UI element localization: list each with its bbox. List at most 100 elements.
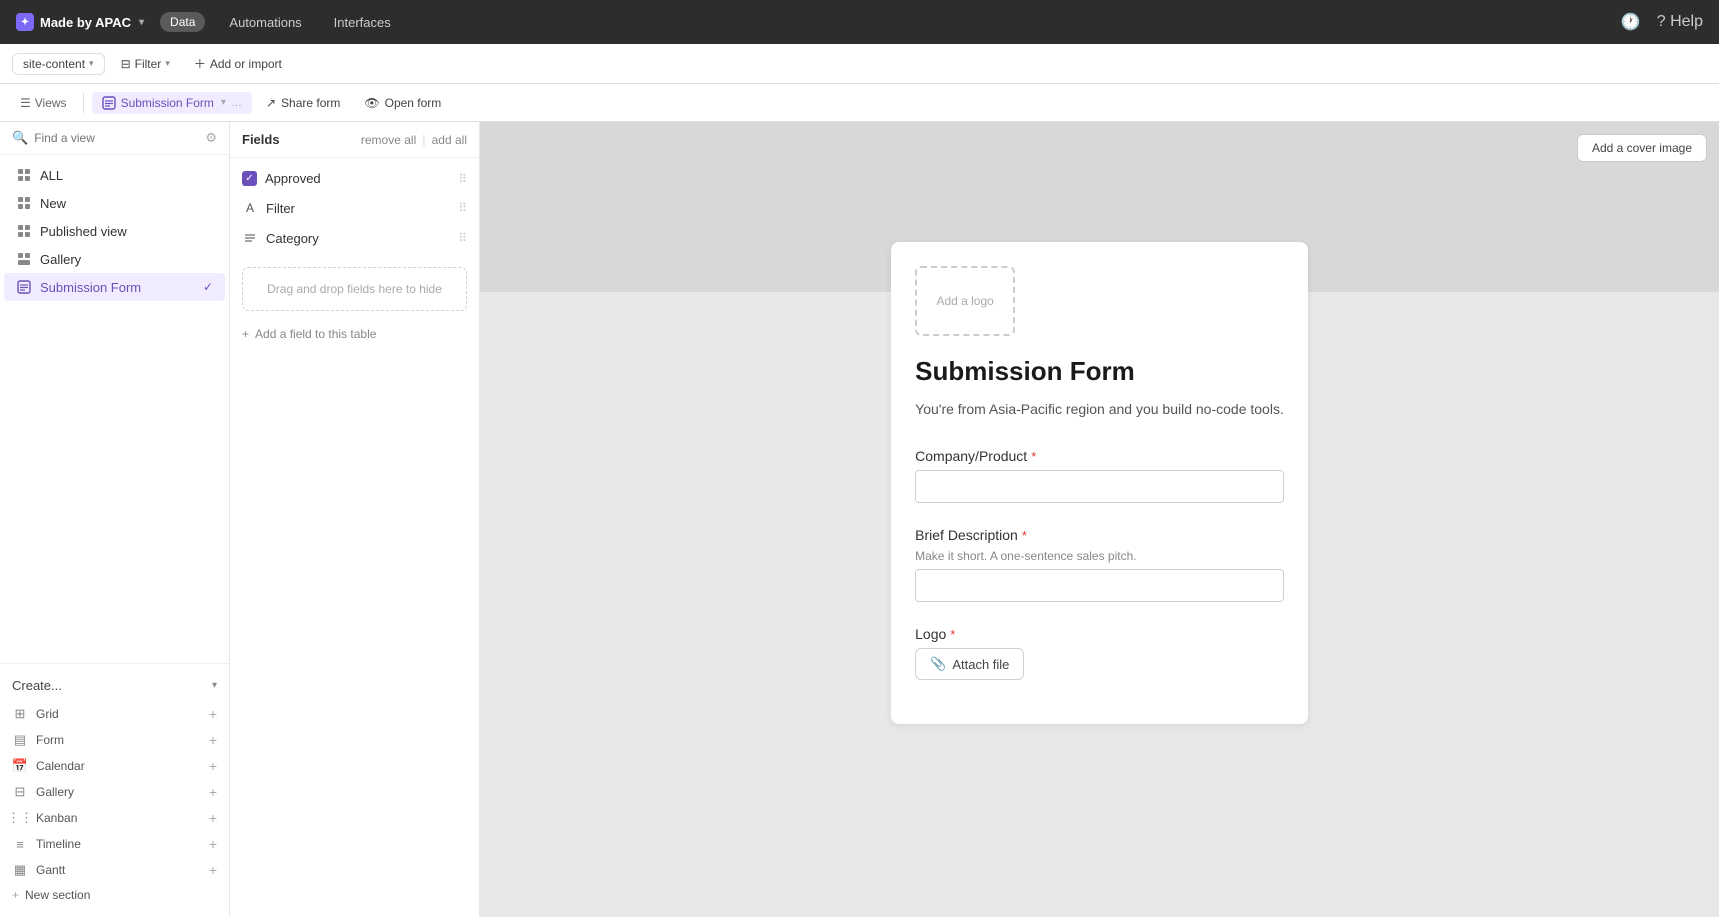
drop-zone: Drag and drop fields here to hide (242, 267, 467, 311)
nav-automations-tab[interactable]: Automations (221, 11, 309, 34)
kanban-create-icon: ⋮⋮ (12, 810, 28, 826)
add-field-plus-icon: + (242, 327, 249, 341)
create-items-list: ⊞ Grid + ▤ Form + 📅 Calendar + ⊟ Gallery (0, 699, 229, 909)
site-content-chevron-icon: ▾ (89, 58, 94, 69)
top-nav-right: 🕐 ? Help (1621, 12, 1703, 32)
help-button[interactable]: ? Help (1657, 13, 1703, 31)
add-gallery-icon: + (209, 784, 217, 800)
brief-description-input[interactable] (915, 569, 1284, 602)
approved-drag-icon: ⠿ (458, 172, 467, 186)
company-product-input[interactable] (915, 470, 1284, 503)
nav-data-tab[interactable]: Data (160, 12, 205, 32)
filter-field-name: Filter (266, 201, 450, 216)
sidebar-item-submission-form[interactable]: Submission Form ✓ (4, 273, 225, 301)
views-divider (83, 93, 84, 113)
create-kanban[interactable]: ⋮⋮ Kanban + (0, 805, 229, 831)
new-section-item[interactable]: + New section (0, 883, 229, 907)
category-field-icon (242, 230, 258, 246)
history-icon[interactable]: 🕐 (1621, 12, 1641, 32)
create-gallery[interactable]: ⊟ Gallery + (0, 779, 229, 805)
company-required-star: * (1031, 449, 1036, 464)
sidebar-item-all[interactable]: ALL (4, 161, 225, 189)
field-item-category[interactable]: Category ⠿ (230, 223, 479, 253)
brief-desc-required-star: * (1022, 528, 1027, 543)
filter-icon: ⊟ (121, 57, 131, 71)
add-all-button[interactable]: add all (432, 133, 467, 147)
top-nav: ✦ Made by APAC ▾ Data Automations Interf… (0, 0, 1719, 44)
share-form-button[interactable]: ↗ Share form (256, 92, 350, 114)
all-label: ALL (40, 168, 63, 183)
create-calendar[interactable]: 📅 Calendar + (0, 753, 229, 779)
add-import-button[interactable]: ＋ Add or import (186, 51, 290, 76)
sidebar-item-gallery[interactable]: Gallery (4, 245, 225, 273)
add-kanban-icon: + (209, 810, 217, 826)
sidebar-bottom: Create... ▾ ⊞ Grid + ▤ Form + 📅 Calendar… (0, 663, 229, 917)
gear-icon[interactable]: ⚙ (205, 130, 217, 146)
new-view-icon (16, 195, 32, 211)
views-label-text: Views (35, 96, 67, 110)
new-section-label: New section (25, 888, 90, 902)
left-sidebar: 🔍 ⚙ ALL New Published view (0, 122, 230, 917)
submission-form-view-tab[interactable]: Submission Form ▾ … (92, 92, 252, 114)
site-content-label: site-content (23, 57, 85, 71)
create-grid[interactable]: ⊞ Grid + (0, 701, 229, 727)
add-timeline-icon: + (209, 836, 217, 852)
add-form-icon: + (209, 732, 217, 748)
find-view-input[interactable] (34, 131, 199, 145)
add-cover-button[interactable]: Add a cover image (1577, 134, 1707, 162)
fields-header: Fields remove all | add all (230, 122, 479, 158)
filter-drag-icon: ⠿ (458, 201, 467, 215)
form-tab-icon (102, 96, 116, 110)
grid-create-icon: ⊞ (12, 706, 28, 722)
create-form-label: Form (36, 733, 64, 747)
submission-form-tab-label: Submission Form (121, 96, 214, 110)
attach-file-label: Attach file (952, 657, 1009, 672)
form-title-area: Submission Form (891, 344, 1308, 391)
gallery-create-icon: ⊟ (12, 784, 28, 800)
add-field-button[interactable]: + Add a field to this table (230, 319, 479, 349)
new-label: New (40, 196, 66, 211)
logo-required-star: * (950, 627, 955, 642)
gantt-create-icon: ▦ (12, 862, 28, 878)
field-item-filter[interactable]: A Filter ⠿ (230, 193, 479, 223)
create-kanban-label: Kanban (36, 811, 77, 825)
brief-description-field: Brief Description * Make it short. A one… (891, 515, 1308, 614)
fields-list: ✓ Approved ⠿ A Filter ⠿ Category ⠿ (230, 158, 479, 259)
share-form-label: Share form (281, 96, 340, 110)
category-drag-icon: ⠿ (458, 231, 467, 245)
create-form[interactable]: ▤ Form + (0, 727, 229, 753)
create-label: Create... (12, 678, 62, 693)
brief-description-label: Brief Description * (915, 527, 1284, 543)
submission-form-nav-icon (16, 279, 32, 295)
gallery-icon (16, 251, 32, 267)
add-logo-button[interactable]: Add a logo (915, 266, 1015, 336)
timeline-create-icon: ≡ (12, 836, 28, 852)
form-preview-area: Add a cover image Add a logo Submission … (480, 122, 1719, 917)
category-field-name: Category (266, 231, 450, 246)
filter-chevron-icon: ▾ (165, 58, 170, 69)
views-toggle[interactable]: ☰ Views (12, 92, 75, 114)
form-description: You're from Asia-Pacific region and you … (891, 391, 1308, 436)
calendar-create-icon: 📅 (12, 758, 28, 774)
nav-interfaces-tab[interactable]: Interfaces (326, 11, 399, 34)
field-item-approved[interactable]: ✓ Approved ⠿ (230, 164, 479, 193)
published-label: Published view (40, 224, 127, 239)
form-logo-zone: Add a logo (915, 242, 1284, 336)
create-toggle[interactable]: Create... ▾ (0, 672, 229, 699)
create-timeline[interactable]: ≡ Timeline + (0, 831, 229, 857)
open-form-button[interactable]: 👁 Open form (354, 92, 451, 114)
create-gantt[interactable]: ▦ Gantt + (0, 857, 229, 883)
drop-zone-hint: Drag and drop fields here to hide (267, 282, 442, 296)
site-content-selector[interactable]: site-content ▾ (12, 53, 105, 75)
filter-button[interactable]: ⊟ Filter ▾ (113, 53, 178, 75)
attach-file-button[interactable]: 📎 Attach file (915, 648, 1024, 680)
remove-all-button[interactable]: remove all (361, 133, 416, 147)
create-grid-label: Grid (36, 707, 59, 721)
sidebar-item-published[interactable]: Published view (4, 217, 225, 245)
tab-more-icon[interactable]: … (231, 97, 242, 109)
add-field-label: Add a field to this table (255, 327, 376, 341)
sidebar-item-new[interactable]: New (4, 189, 225, 217)
workspace-logo[interactable]: ✦ Made by APAC ▾ (16, 13, 144, 31)
toolbar: site-content ▾ ⊟ Filter ▾ ＋ Add or impor… (0, 44, 1719, 84)
views-bar: ☰ Views Submission Form ▾ … ↗ Share form… (0, 84, 1719, 122)
